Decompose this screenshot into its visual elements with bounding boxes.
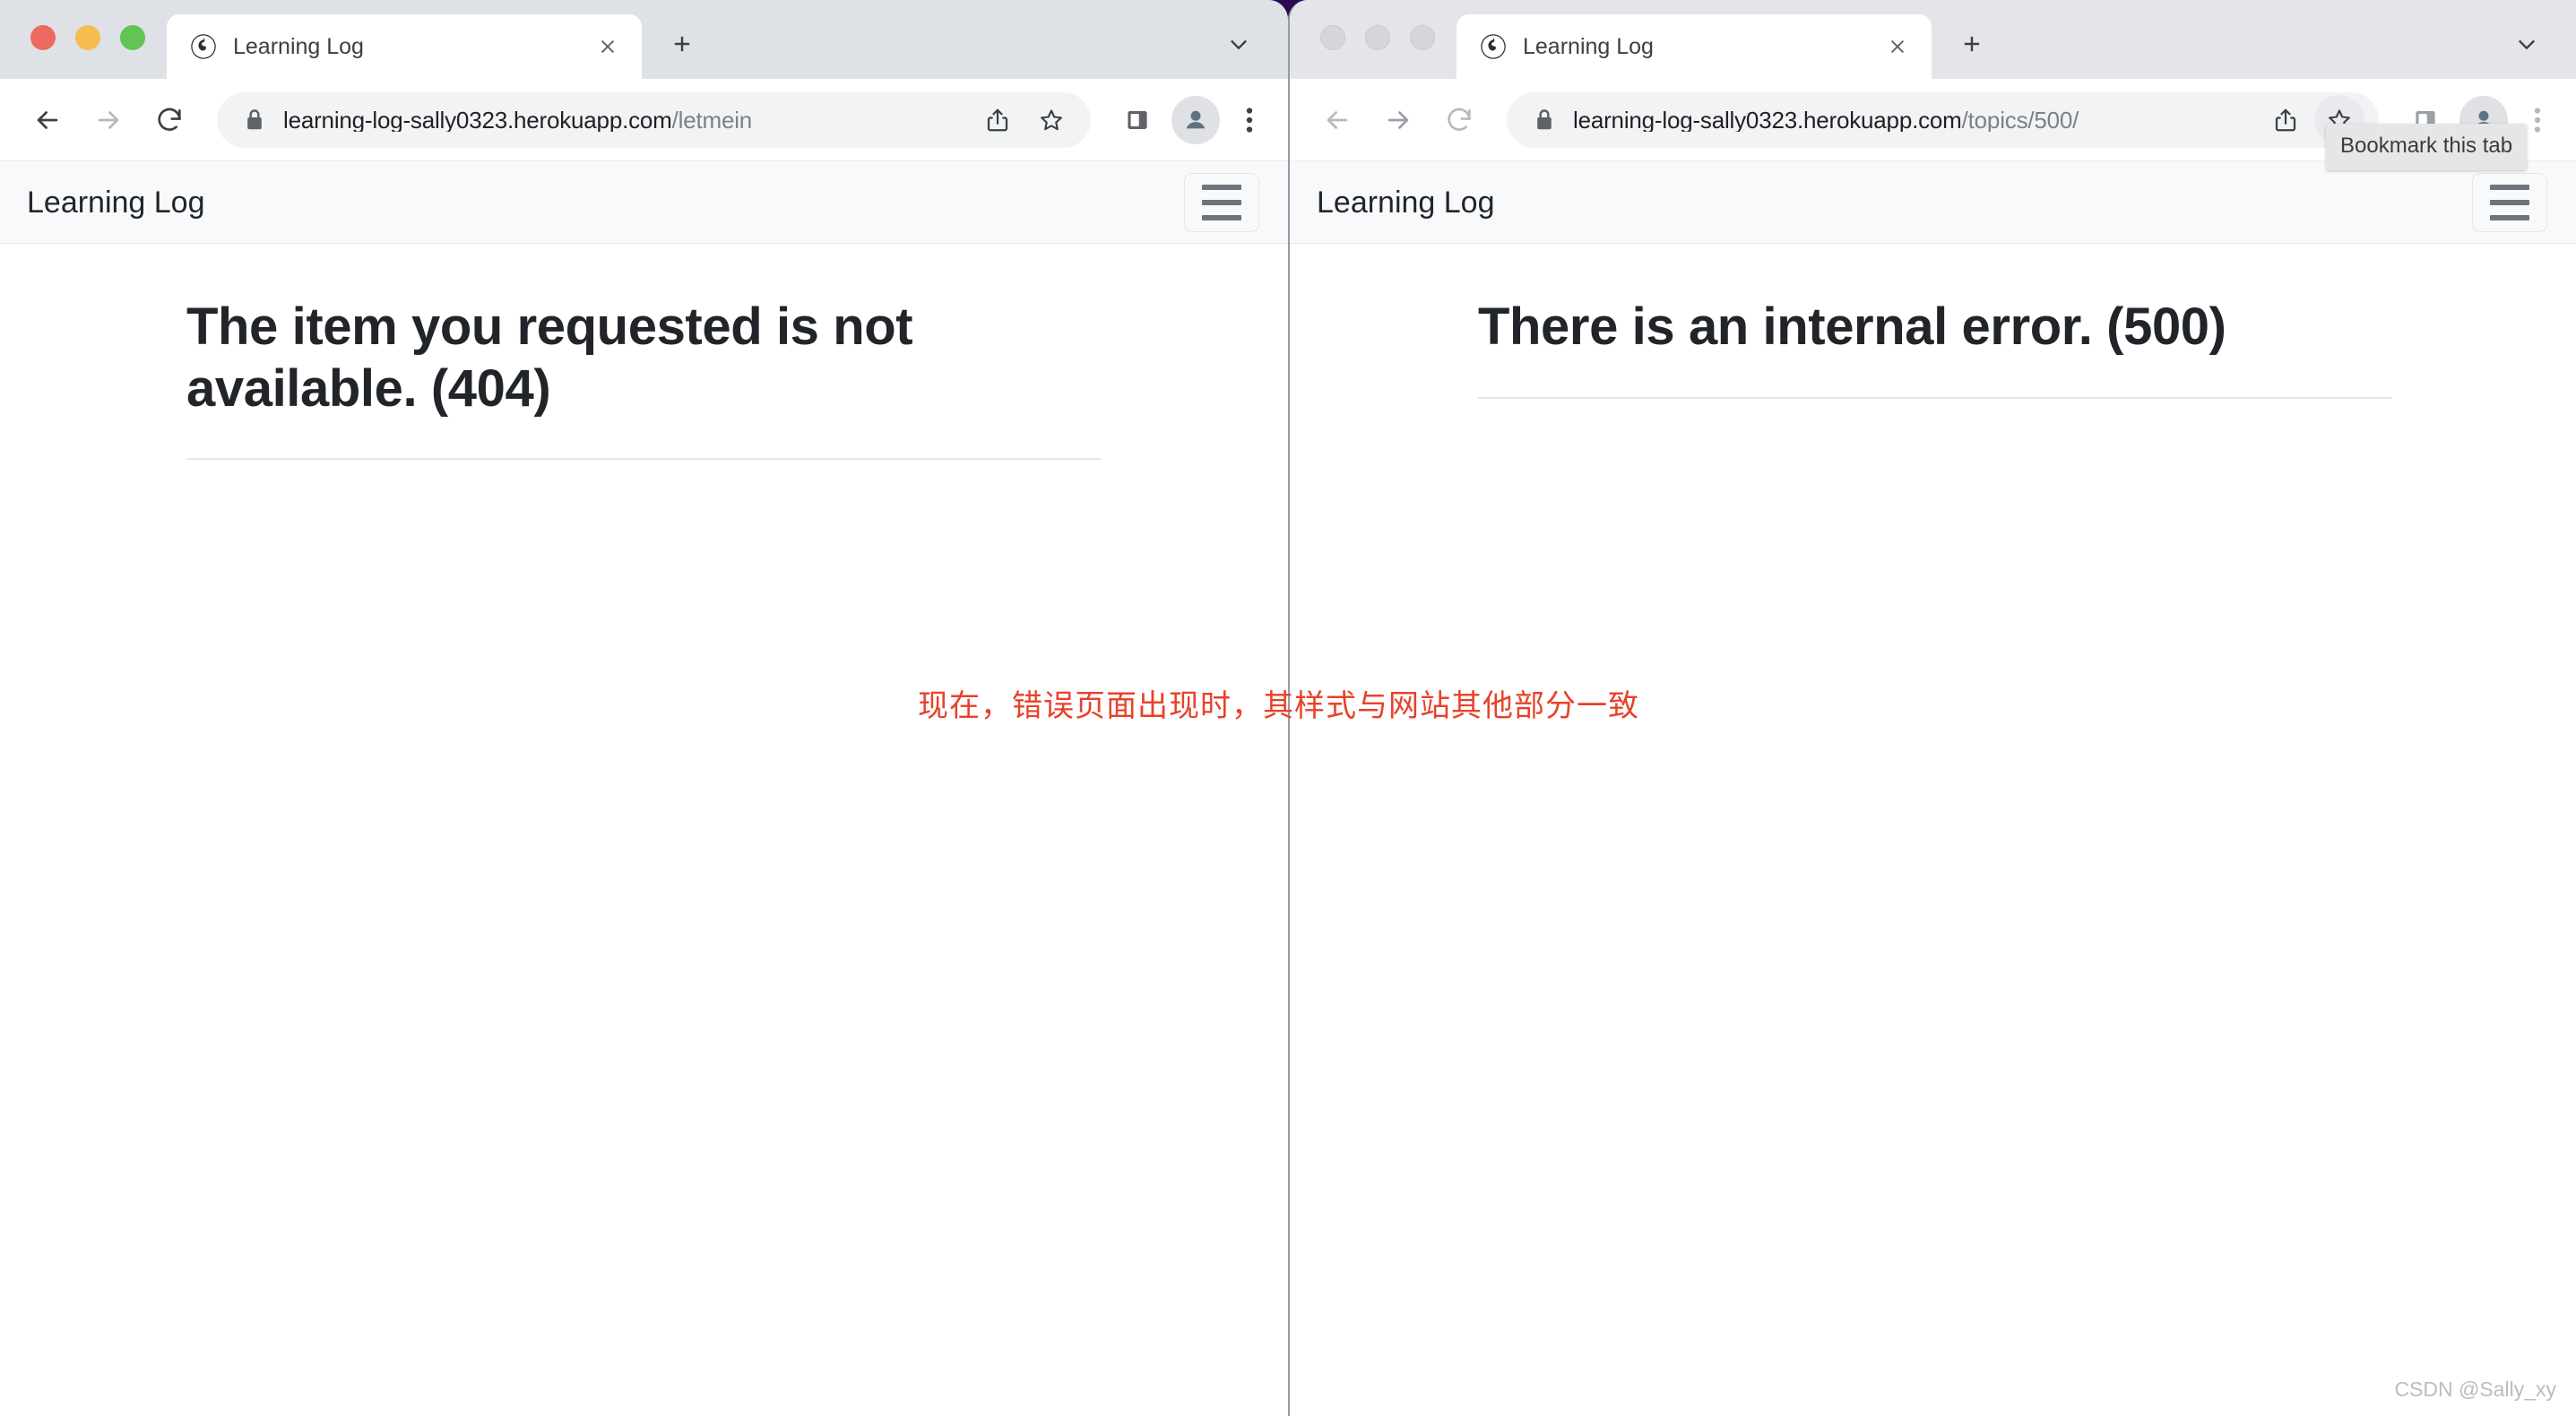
back-arrow-icon[interactable]: [20, 92, 75, 148]
web-page-left: Learning Log The item you requested is n…: [0, 161, 1288, 1416]
tab-strip: Learning Log: [0, 0, 1288, 79]
three-dot-menu-icon[interactable]: [1229, 95, 1270, 145]
reload-icon[interactable]: [142, 92, 197, 148]
page-content: There is an internal error. (500): [1290, 244, 2576, 400]
side-panel-icon[interactable]: [1112, 95, 1163, 145]
hamburger-icon[interactable]: [1184, 172, 1259, 232]
share-icon[interactable]: [2260, 95, 2311, 145]
tab-title: Learning Log: [233, 35, 364, 58]
watermark: CSDN @Sally_xy: [2394, 1377, 2556, 1401]
window-controls: [0, 25, 167, 79]
maximize-window-button[interactable]: [1410, 25, 1435, 50]
address-bar[interactable]: learning-log-sally0323.herokuapp.com/let…: [217, 91, 1091, 148]
back-arrow-icon[interactable]: [1310, 92, 1365, 148]
close-window-button[interactable]: [1320, 25, 1345, 50]
url-path: /letmein: [671, 108, 753, 132]
maximize-window-button[interactable]: [120, 25, 145, 50]
site-navbar: Learning Log: [1290, 161, 2576, 244]
browser-toolbar: learning-log-sally0323.herokuapp.com/let…: [0, 79, 1288, 161]
site-brand[interactable]: Learning Log: [27, 187, 205, 218]
url-text[interactable]: learning-log-sally0323.herokuapp.com/top…: [1573, 108, 2243, 132]
forward-arrow-icon[interactable]: [81, 92, 136, 148]
content-container: The item you requested is not available.…: [186, 296, 1101, 461]
window-controls: [1290, 25, 1457, 79]
page-content: The item you requested is not available.…: [0, 244, 1288, 461]
share-icon[interactable]: [972, 95, 1023, 145]
new-tab-button[interactable]: [1944, 16, 2000, 72]
close-tab-icon[interactable]: [1880, 29, 1915, 65]
hamburger-icon[interactable]: [2472, 172, 2547, 232]
globe-icon: [190, 33, 217, 60]
lock-icon[interactable]: [1534, 107, 1555, 134]
omnibox-actions: [972, 95, 1076, 145]
hamburger-bar: [1202, 184, 1241, 190]
address-bar[interactable]: learning-log-sally0323.herokuapp.com/top…: [1507, 91, 2379, 148]
bookmark-tooltip: Bookmark this tab: [2326, 124, 2528, 170]
hamburger-bar: [1202, 214, 1241, 220]
url-domain: learning-log-sally0323.herokuapp.com: [283, 108, 672, 132]
toolbar-right-actions: [1105, 95, 1270, 145]
forward-arrow-icon[interactable]: [1370, 92, 1426, 148]
lock-icon[interactable]: [244, 107, 265, 134]
browser-tab[interactable]: Learning Log: [1457, 14, 1932, 79]
close-tab-icon[interactable]: [590, 29, 626, 65]
site-navbar: Learning Log: [0, 161, 1288, 244]
star-icon[interactable]: [1026, 95, 1076, 145]
site-brand[interactable]: Learning Log: [1317, 187, 1495, 218]
heading-divider: [186, 458, 1101, 461]
hamburger-bar: [2490, 184, 2529, 190]
browser-tab[interactable]: Learning Log: [167, 14, 642, 79]
hamburger-bar: [2490, 214, 2529, 220]
url-domain: learning-log-sally0323.herokuapp.com: [1573, 108, 1962, 132]
avatar[interactable]: [1171, 95, 1220, 144]
url-path: /topics/500/: [1961, 108, 2079, 132]
globe-icon: [1480, 33, 1507, 60]
page-title: There is an internal error. (500): [1478, 298, 2226, 356]
chevron-down-icon[interactable]: [2501, 18, 2553, 70]
annotation-text: 现在，错误页面出现时，其样式与网站其他部分一致: [918, 688, 1639, 724]
tab-title: Learning Log: [1523, 35, 1654, 58]
close-window-button[interactable]: [30, 25, 56, 50]
minimize-window-button[interactable]: [75, 25, 100, 50]
page-title: The item you requested is not available.…: [186, 298, 913, 419]
hamburger-bar: [2490, 199, 2529, 205]
new-tab-button[interactable]: [654, 16, 710, 72]
tab-strip: Learning Log: [1290, 0, 2576, 79]
reload-icon[interactable]: [1431, 92, 1487, 148]
url-text[interactable]: learning-log-sally0323.herokuapp.com/let…: [283, 108, 955, 132]
heading-divider: [1478, 397, 2392, 400]
minimize-window-button[interactable]: [1365, 25, 1390, 50]
content-container: There is an internal error. (500): [1478, 296, 2392, 400]
chevron-down-icon[interactable]: [1213, 18, 1265, 70]
hamburger-bar: [1202, 199, 1241, 205]
web-page-right: Learning Log There is an internal error.…: [1290, 161, 2576, 1416]
desktop: Learning Log learning-log-sally0323.hero…: [0, 0, 2576, 1416]
